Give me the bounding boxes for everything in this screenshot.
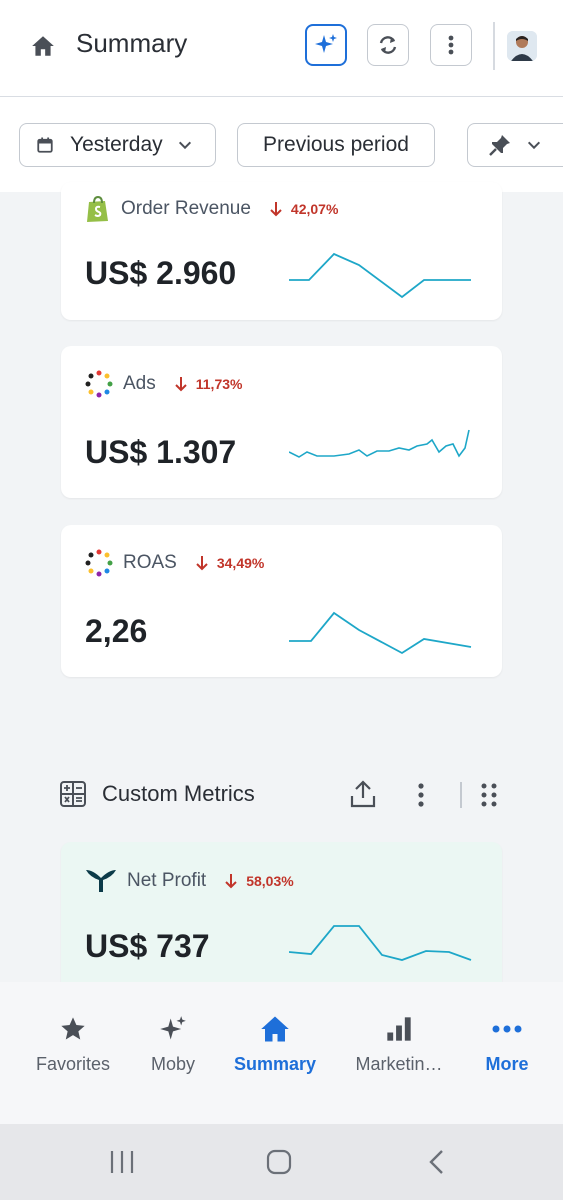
sparkline-chart — [289, 611, 472, 655]
sparkline-chart — [289, 429, 470, 458]
nav-label: Favorites — [35, 1054, 111, 1074]
arrow-down-icon — [196, 556, 208, 571]
more-options-button[interactable] — [430, 24, 472, 66]
top-bar: Summary — [0, 0, 563, 97]
metric-card-order-revenue[interactable]: Order Revenue 42,07% US$ 2.960 — [61, 182, 502, 320]
sparkles-icon — [315, 34, 337, 53]
divider — [493, 22, 495, 70]
metric-value: 2,26 — [85, 613, 148, 649]
metric-value: US$ 737 — [85, 928, 210, 964]
divider — [460, 782, 462, 808]
share-upload-icon[interactable] — [350, 780, 376, 808]
metric-value: US$ 1.307 — [85, 434, 237, 470]
triple-whale-icon — [86, 870, 116, 892]
pin-menu-button[interactable] — [467, 123, 563, 167]
date-range-select[interactable]: Yesterday — [19, 123, 216, 167]
vertical-dots-icon — [448, 35, 454, 55]
dots-circle-icon — [85, 549, 113, 577]
compare-period-button[interactable]: Previous period — [237, 123, 435, 167]
nav-summary[interactable]: Summary — [220, 1012, 330, 1075]
chevron-down-icon — [527, 141, 541, 150]
drag-handle-icon[interactable] — [480, 782, 498, 808]
nav-moby[interactable]: Moby — [118, 1012, 228, 1075]
system-navigation-bar — [0, 1124, 563, 1200]
sparkles-icon — [160, 1016, 186, 1040]
bar-chart-icon — [387, 1017, 411, 1041]
metric-label: Ads — [123, 373, 156, 394]
star-icon — [61, 1017, 85, 1040]
chevron-down-icon — [178, 141, 191, 150]
refresh-icon — [379, 36, 397, 54]
delta-value: 42,07% — [290, 201, 339, 217]
nav-more[interactable]: More — [452, 1012, 562, 1075]
metric-card-ads[interactable]: Ads 11,73% US$ 1.307 — [61, 346, 502, 498]
nav-marketing[interactable]: Marketin… — [344, 1012, 454, 1075]
filter-bar: Yesterday Previous period — [0, 97, 563, 192]
date-range-label: Yesterday — [70, 133, 163, 156]
arrow-down-icon — [175, 377, 187, 392]
bottom-navigation: Favorites Moby Summary Marketin… More — [0, 982, 563, 1124]
metric-card-roas[interactable]: ROAS 34,49% 2,26 — [61, 525, 502, 677]
nav-label: Summary — [233, 1054, 317, 1074]
shopify-icon — [87, 195, 108, 222]
calendar-icon — [37, 137, 53, 153]
refresh-button[interactable] — [367, 24, 409, 66]
compare-period-label: Previous period — [263, 133, 409, 156]
delta-value: 11,73% — [195, 376, 243, 392]
sparkline-chart — [289, 925, 472, 961]
delta-badge: 42,07% — [269, 201, 338, 217]
user-avatar-icon — [507, 31, 537, 61]
nav-label: Marketin… — [355, 1054, 443, 1074]
dots-circle-icon — [85, 370, 113, 398]
recent-apps-icon[interactable] — [108, 1148, 136, 1176]
metric-label: Net Profit — [127, 870, 207, 891]
metric-label: ROAS — [123, 552, 177, 573]
nav-label: Moby — [150, 1054, 195, 1074]
delta-value: 58,03% — [246, 873, 294, 889]
moby-ai-button[interactable] — [305, 24, 347, 66]
page-title: Summary — [76, 28, 188, 58]
avatar[interactable] — [507, 31, 537, 61]
custom-metrics-header: Custom Metrics — [60, 776, 510, 816]
more-dots-icon — [492, 1025, 522, 1033]
vertical-dots-icon[interactable] — [414, 782, 428, 808]
section-title: Custom Metrics — [102, 781, 255, 806]
delta-value: 34,49% — [216, 555, 265, 571]
sparkline-chart — [289, 252, 471, 299]
calculator-icon — [60, 781, 86, 807]
nav-label: More — [485, 1054, 529, 1074]
metric-label: Order Revenue — [121, 198, 251, 219]
home-button-icon[interactable] — [265, 1148, 293, 1176]
metric-card-net-profit[interactable]: Net Profit 58,03% US$ 737 — [61, 842, 502, 982]
home-icon — [261, 1016, 289, 1042]
arrow-down-icon — [225, 874, 237, 889]
delta-badge: 34,49% — [195, 555, 264, 571]
delta-badge: 11,73% — [174, 376, 243, 392]
home-icon[interactable] — [30, 33, 56, 59]
pin-icon — [489, 135, 510, 156]
back-icon[interactable] — [425, 1148, 449, 1176]
metric-value: US$ 2.960 — [85, 255, 237, 291]
arrow-down-icon — [270, 202, 282, 217]
nav-favorites[interactable]: Favorites — [18, 1012, 128, 1075]
delta-badge: 58,03% — [224, 873, 294, 889]
